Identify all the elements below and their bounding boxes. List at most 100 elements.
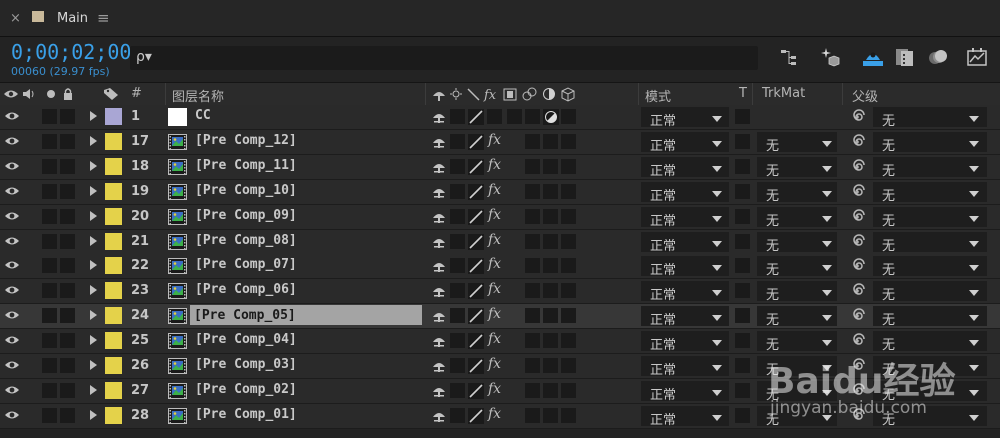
layer-row[interactable]: 18 [Pre Comp_11] fx 正常 无 无	[0, 154, 1000, 180]
parent-dropdown[interactable]: 无	[873, 281, 987, 303]
quality-switch-icon[interactable]	[468, 208, 484, 225]
solo-lock-switch[interactable]	[60, 283, 75, 299]
parent-pickwhip-icon[interactable]	[849, 134, 865, 150]
track-matte-dropdown[interactable]: 无	[757, 281, 837, 303]
blend-mode-dropdown[interactable]: 正常	[641, 107, 729, 129]
solo-lock-switch[interactable]	[42, 208, 57, 224]
flowchart-icon[interactable]	[778, 46, 800, 68]
quality-switch-icon[interactable]	[468, 283, 484, 300]
close-tab-icon[interactable]: ×	[10, 11, 21, 26]
preserve-transparency-switch[interactable]	[735, 358, 750, 373]
blend-mode-dropdown[interactable]: 正常	[641, 380, 729, 403]
expand-arrow-icon[interactable]	[90, 111, 97, 121]
visibility-eye-icon[interactable]	[4, 358, 20, 372]
switch-box[interactable]	[561, 208, 576, 224]
search-icon[interactable]: ρ▾	[136, 49, 152, 65]
parent-dropdown[interactable]: 无	[873, 206, 987, 229]
expand-arrow-icon[interactable]	[90, 260, 97, 271]
preserve-transparency-switch[interactable]	[735, 333, 750, 349]
expand-arrow-icon[interactable]	[90, 360, 97, 370]
blend-mode-dropdown[interactable]: 正常	[641, 306, 729, 328]
shy-switch-icon[interactable]	[432, 185, 446, 199]
layer-row[interactable]: 21 [Pre Comp_08] fx 正常 无 无	[0, 229, 1000, 255]
switch-box[interactable]	[561, 333, 576, 349]
label-color-swatch[interactable]	[105, 207, 122, 225]
solo-lock-switch[interactable]	[60, 258, 75, 274]
switch-box[interactable]	[525, 308, 540, 324]
quality-switch-icon[interactable]	[468, 133, 484, 150]
solo-lock-switch[interactable]	[60, 407, 75, 423]
layer-name[interactable]: [Pre Comp_03]	[195, 357, 297, 372]
solo-lock-switch[interactable]	[60, 358, 75, 373]
collapse-switch[interactable]	[450, 283, 465, 299]
preserve-transparency-switch[interactable]	[735, 233, 750, 249]
label-color-swatch[interactable]	[105, 406, 122, 424]
blend-mode-dropdown[interactable]: 正常	[641, 156, 729, 179]
switch-box[interactable]	[543, 233, 558, 249]
effects-fx-icon[interactable]: fx	[488, 406, 501, 422]
layer-row[interactable]: 17 [Pre Comp_12] fx 正常 无 无	[0, 129, 1000, 155]
graph-editor-icon[interactable]	[966, 46, 988, 68]
switch-box[interactable]	[561, 233, 576, 249]
solo-lock-switch[interactable]	[42, 133, 57, 149]
switch-box[interactable]	[543, 333, 558, 349]
solo-lock-switch[interactable]	[42, 233, 57, 249]
solo-lock-switch[interactable]	[60, 233, 75, 249]
blend-mode-dropdown[interactable]: 正常	[641, 206, 729, 229]
switch-box[interactable]	[543, 308, 558, 324]
solo-lock-switch[interactable]	[42, 382, 57, 398]
label-color-swatch[interactable]	[105, 132, 122, 150]
parent-pickwhip-icon[interactable]	[849, 233, 865, 250]
quality-switch-icon[interactable]	[468, 358, 484, 374]
parent-dropdown[interactable]: 无	[873, 131, 987, 154]
visibility-eye-icon[interactable]	[4, 209, 20, 223]
preserve-transparency-switch[interactable]	[735, 183, 750, 199]
collapse-switch[interactable]	[450, 358, 465, 373]
track-matte-dropdown[interactable]: 无	[757, 181, 837, 204]
effects-fx-icon[interactable]: fx	[488, 356, 501, 372]
shy-switch-icon[interactable]	[432, 359, 446, 373]
parent-pickwhip-icon[interactable]	[849, 109, 865, 125]
switch-box[interactable]	[525, 183, 540, 199]
parent-dropdown[interactable]: 无	[873, 156, 987, 179]
hide-shy-icon[interactable]	[862, 46, 884, 68]
solo-lock-switch[interactable]	[60, 382, 75, 398]
blend-mode-dropdown[interactable]: 正常	[641, 131, 729, 154]
collapse-switch[interactable]	[450, 382, 465, 398]
collapse-switch[interactable]	[450, 407, 465, 423]
parent-pickwhip-icon[interactable]	[849, 308, 865, 324]
switch-box[interactable]	[561, 382, 576, 398]
shy-switch-icon[interactable]	[432, 160, 446, 174]
visibility-eye-icon[interactable]	[4, 308, 20, 322]
collapse-switch[interactable]	[450, 183, 465, 199]
quality-switch-icon[interactable]	[468, 308, 484, 325]
solo-lock-switch[interactable]	[60, 333, 75, 349]
quality-switch-icon[interactable]	[468, 407, 484, 424]
switch-box[interactable]	[525, 407, 540, 423]
solo-lock-switch[interactable]	[42, 283, 57, 299]
layer-row[interactable]: 25 [Pre Comp_04] fx 正常 无 无	[0, 329, 1000, 355]
shy-switch-icon[interactable]	[432, 210, 446, 224]
switch-box[interactable]	[561, 407, 576, 423]
parent-pickwhip-icon[interactable]	[849, 159, 865, 175]
shy-switch-icon[interactable]	[432, 135, 446, 149]
shy-switch-icon[interactable]	[432, 409, 446, 423]
collapse-switch[interactable]	[450, 233, 465, 249]
expand-arrow-icon[interactable]	[90, 335, 97, 346]
switch-box[interactable]	[543, 283, 558, 299]
track-matte-dropdown[interactable]: 无	[757, 231, 837, 254]
motion-blur-icon[interactable]	[927, 46, 949, 68]
layer-name[interactable]: [Pre Comp_09]	[195, 208, 297, 223]
switch-box[interactable]	[525, 233, 540, 249]
effects-fx-icon[interactable]: fx	[488, 306, 501, 322]
expand-arrow-icon[interactable]	[90, 310, 97, 321]
layer-name[interactable]: [Pre Comp_10]	[195, 183, 297, 198]
effects-fx-icon[interactable]: fx	[488, 381, 501, 397]
preserve-transparency-switch[interactable]	[735, 283, 750, 299]
track-matte-dropdown[interactable]: 无	[757, 256, 837, 278]
search-input[interactable]	[130, 46, 758, 70]
parent-pickwhip-icon[interactable]	[849, 208, 865, 225]
shy-switch-icon[interactable]	[432, 235, 446, 249]
trkmat-column-header[interactable]: TrkMat	[762, 86, 805, 101]
parent-dropdown[interactable]: 无	[873, 107, 987, 129]
